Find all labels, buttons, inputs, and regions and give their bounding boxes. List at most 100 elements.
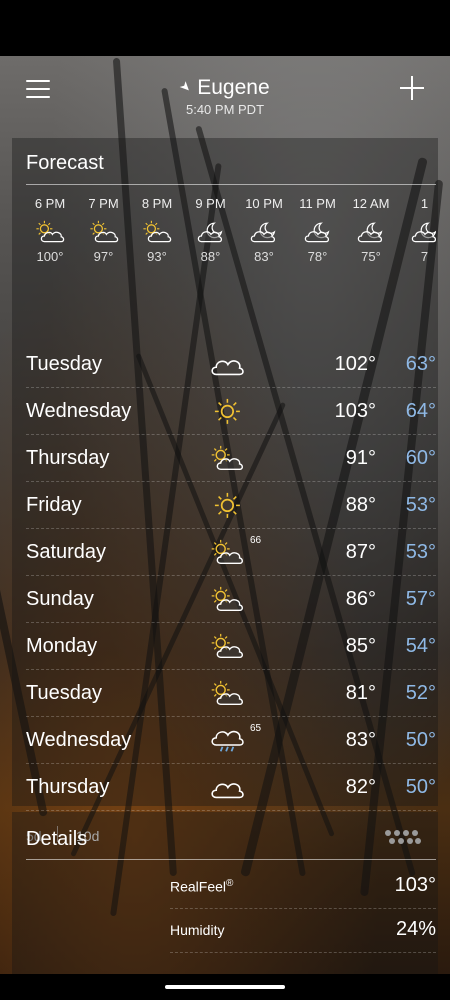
high-temp: 85° [345,635,376,657]
low-temp: 57° [405,588,436,610]
hourly-temp: 100° [36,249,64,264]
hourly-item[interactable]: 10 PM 83° [237,196,291,264]
details-realfeel-row: RealFeel® 103° [170,864,436,909]
day-name: Sunday [26,588,94,610]
day-name: Thursday [26,447,110,469]
hourly-temp: 83° [254,249,274,264]
low-temp: 53° [405,541,436,563]
forecast-card: Forecast 6 PM 100° 7 PM 97° 8 PM 93° 9 PM 8… [12,138,438,844]
home-gesture-pill[interactable] [165,985,285,989]
partly-cloudy-night-icon [184,217,238,247]
details-humidity-row: Humidity 24% [170,908,436,953]
rain-icon [206,722,248,758]
day-name: Saturday [26,541,107,563]
humidity-label: Humidity [170,922,225,938]
hourly-temp: 7 [420,249,429,264]
hourly-time: 6 PM [34,196,66,211]
hourly-forecast-strip[interactable]: 6 PM 100° 7 PM 97° 8 PM 93° 9 PM 88° 10 PM 8… [26,196,436,276]
hourly-item[interactable]: 1 7 [398,196,437,264]
low-temp: 54° [405,635,436,657]
high-temp: 87° [345,541,376,563]
day-name: Thursday [26,776,110,798]
high-temp: 91° [345,447,376,469]
details-rain-icon [382,828,422,851]
partly-sunny-icon [26,217,77,247]
forecast-divider [26,184,436,185]
details-divider [26,859,436,860]
partly-sunny-icon [206,581,248,617]
status-bar [0,0,450,56]
navigation-bar [0,974,450,1000]
partly-sunny-icon [206,675,248,711]
daily-row[interactable]: Saturday 66 87° 53° [26,528,436,576]
daily-row[interactable]: Tuesday 102° 63° [26,340,436,388]
daily-row[interactable]: Friday 88° 53° [26,481,436,529]
hourly-item[interactable]: 8 PM 93° [130,196,184,264]
high-temp: 102° [334,353,376,375]
top-bar: ➤Eugene 5:40 PM PDT [0,56,450,126]
daily-row[interactable]: Wednesday 103° 64° [26,387,436,435]
day-name: Tuesday [26,682,102,704]
daily-row[interactable]: Wednesday 65 83° 50° [26,716,436,764]
low-temp: 50° [405,776,436,798]
daily-row[interactable]: Tuesday 81° 52° [26,669,436,717]
hourly-time: 7 PM [88,196,119,211]
location-title[interactable]: ➤Eugene [0,76,450,100]
hourly-item[interactable]: 7 PM 97° [77,196,131,264]
hourly-time: 1 [420,196,429,211]
partly-cloudy-night-icon [237,217,291,247]
daily-row[interactable]: Thursday 91° 60° [26,434,436,482]
partly-sunny-icon [206,534,248,570]
partly-sunny-icon [206,628,248,664]
sunny-icon [206,393,248,429]
daily-row[interactable]: Thursday 82° 50° [26,763,436,811]
cloudy-icon [206,346,248,382]
details-card: Details RealFeel® 103° Humidity 24% [12,812,438,974]
cloudy-icon [206,769,248,805]
precip-chance: 66 [250,535,262,546]
hourly-time: 11 PM [299,196,336,211]
local-time: 5:40 PM PDT [185,102,265,117]
partly-cloudy-night-icon [344,217,398,247]
hourly-item[interactable]: 6 PM 100° [26,196,77,264]
hourly-temp: 97° [93,249,114,264]
realfeel-value: 103° [394,874,436,896]
day-name: Wednesday [26,729,132,751]
high-temp: 82° [345,776,376,798]
sunny-icon [206,487,248,523]
daily-row[interactable]: Monday 85° 54° [26,622,436,670]
hourly-time: 8 PM [141,196,173,211]
add-location-button[interactable] [400,76,424,100]
realfeel-label: RealFeel® [170,878,234,895]
partly-sunny-icon [206,440,248,476]
hourly-time: 9 PM [195,196,226,211]
day-name: Friday [26,494,82,516]
details-title: Details [26,828,88,850]
forecast-title: Forecast [26,152,104,174]
high-temp: 86° [345,588,376,610]
day-name: Wednesday [26,400,132,422]
weather-screen: ➤Eugene 5:40 PM PDT Forecast 6 PM 100° 7 … [0,56,450,974]
details-cloud-icon [38,962,138,974]
location-name: Eugene [197,76,270,99]
hourly-item[interactable]: 9 PM 88° [184,196,238,264]
low-temp: 64° [405,400,436,422]
location-arrow-icon: ➤ [176,77,196,96]
day-name: Tuesday [26,353,102,375]
hourly-item[interactable]: 12 AM 75° [344,196,398,264]
precip-chance: 65 [250,723,262,734]
high-temp: 88° [345,494,376,516]
hourly-item[interactable]: 11 PM 78° [291,196,345,264]
hourly-temp: 88° [200,249,221,264]
low-temp: 50° [405,729,436,751]
hourly-time: 10 PM [245,196,283,211]
partly-sunny-icon [77,217,131,247]
high-temp: 83° [345,729,376,751]
partly-cloudy-night-icon [398,217,437,247]
low-temp: 53° [405,494,436,516]
hourly-temp: 78° [307,249,328,264]
hourly-temp: 75° [361,249,381,264]
low-temp: 60° [405,447,436,469]
daily-row[interactable]: Sunday 86° 57° [26,575,436,623]
partly-sunny-icon [130,217,184,247]
